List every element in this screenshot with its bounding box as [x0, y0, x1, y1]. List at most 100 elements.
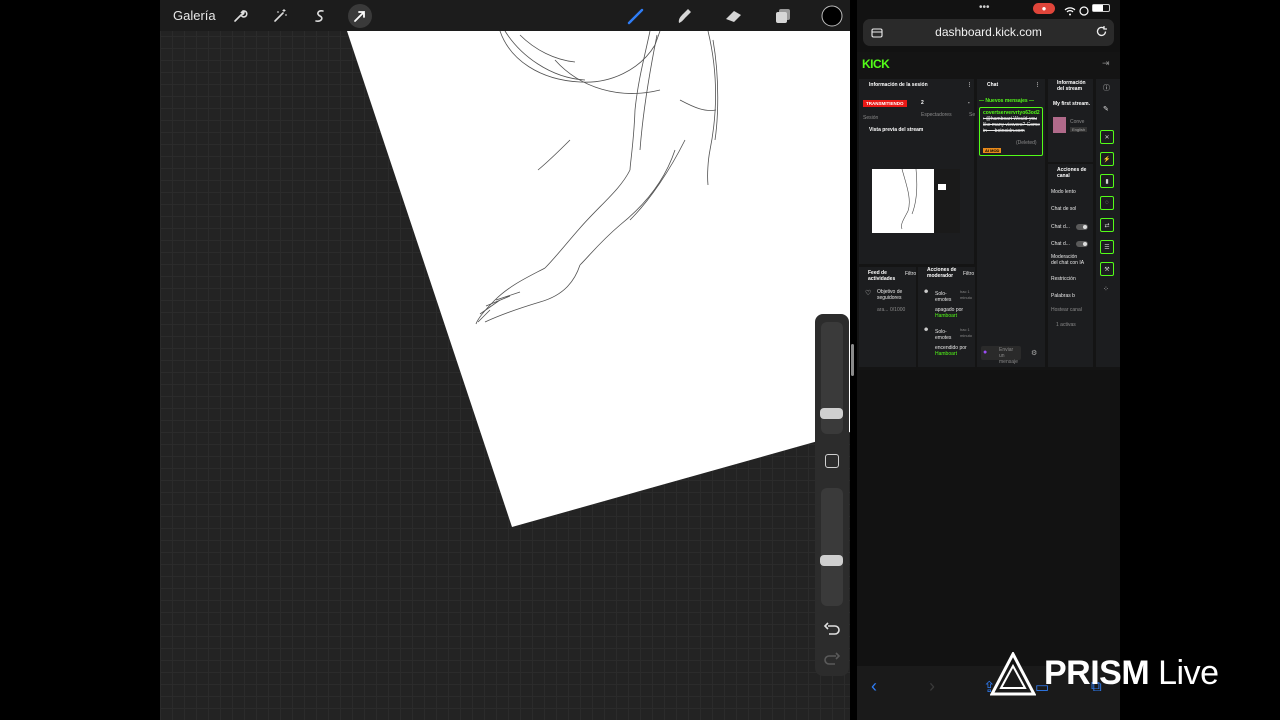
chat-title: Chat — [987, 82, 999, 88]
ai-moderation-item[interactable]: Moderación del chat con IA — [1051, 254, 1085, 266]
magic-wand-icon[interactable] — [268, 4, 292, 28]
stream-title[interactable]: My first stream. — [1053, 101, 1091, 107]
viewers-value: 2 — [921, 100, 924, 106]
mod-entry-2-by[interactable]: Hamboart — [935, 351, 957, 357]
multitask-dots[interactable]: ••• — [979, 2, 990, 13]
info-icon[interactable]: ⓘ — [1103, 83, 1110, 93]
host-channel-item[interactable]: Hostear canal — [1051, 307, 1082, 313]
more-icon[interactable]: ⁘ — [1103, 285, 1109, 293]
opacity-slider[interactable] — [820, 488, 843, 606]
battery-icon — [1092, 4, 1110, 12]
rail-button-5[interactable]: ⇄ — [1100, 218, 1114, 232]
mod-actions-filter[interactable]: Filtro — [963, 271, 974, 277]
selection-icon[interactable] — [308, 4, 332, 28]
channel-actions-panel: Acciones de canal Modo lento Chat de sol… — [1048, 164, 1093, 367]
follower-goal-sub: ara... — [877, 307, 889, 313]
chat-message-deleted: (Deleted) — [1016, 140, 1037, 146]
rail-button-7[interactable]: ⚒ — [1100, 262, 1114, 276]
drawing-canvas[interactable] — [160, 0, 850, 720]
slow-mode-item[interactable]: Modo lento — [1051, 189, 1076, 195]
transform-arrow-icon[interactable] — [348, 4, 372, 28]
subscriber-chat-item[interactable]: Chat de sol — [1051, 206, 1076, 212]
eyedropper-square-icon[interactable] — [825, 454, 839, 468]
brush-size-thumb[interactable] — [820, 408, 843, 419]
eraser-icon[interactable] — [722, 4, 746, 28]
chat-send-placeholder: Enviar un mensaje — [999, 347, 1018, 365]
session-label: Sesión — [863, 115, 879, 121]
mod-actions-title: Acciones de moderador — [927, 267, 957, 279]
stream-preview-video[interactable] — [872, 168, 960, 233]
session-panel-menu-icon[interactable]: ⋮ — [967, 82, 972, 88]
safari-window: ••• ● dashboard.kick.com KICK ⇥ Informac… — [857, 0, 1120, 720]
forward-icon[interactable]: › — [929, 676, 935, 697]
gallery-button[interactable]: Galería — [173, 8, 216, 23]
chat-message-badge: AI MOD — [983, 148, 1002, 153]
rail-button-2[interactable]: ⚡ — [1100, 152, 1114, 166]
color-swatch-icon[interactable] — [820, 4, 844, 28]
new-messages-divider: — Nuevos mensajes — — [979, 98, 1035, 104]
stream-preview-panel: Vista previa del stream — [859, 124, 974, 264]
mod-entry-2-time: hac 1 minuto — [960, 327, 973, 338]
rail-button-3[interactable]: ▮ — [1100, 174, 1114, 188]
reload-icon[interactable] — [1095, 25, 1108, 43]
screen-record-indicator: ● — [1033, 3, 1055, 14]
stat-dash: - — [968, 100, 970, 106]
session-panel-title: Información de la sesión — [869, 82, 928, 88]
activity-feed-title: Feed de actividades — [868, 270, 896, 282]
kick-logo[interactable]: KICK — [862, 57, 890, 71]
url-text[interactable]: dashboard.kick.com — [863, 25, 1114, 39]
procreate-toolbar: Galería — [160, 0, 850, 31]
split-view-divider-handle[interactable] — [851, 344, 854, 376]
address-bar[interactable]: dashboard.kick.com — [863, 19, 1114, 46]
live-badge: TRANSMITIENDO — [863, 100, 907, 107]
prism-live-watermark: PRISM Live — [990, 652, 1260, 700]
active-count-item[interactable]: 1 activas — [1056, 322, 1076, 328]
stream-language-tag: English — [1070, 127, 1088, 132]
session-info-panel: Información de la sesión ⋮ TRANSMITIENDO… — [859, 79, 976, 126]
brush-icon[interactable] — [624, 4, 648, 28]
category-thumbnail — [1053, 117, 1066, 133]
rail-button-4[interactable]: ◌ — [1100, 196, 1114, 210]
mod-entry-1-label: Solo-emotes — [935, 291, 952, 303]
redo-icon[interactable] — [823, 650, 841, 668]
procreate-sidebar — [815, 314, 849, 676]
activity-feed-panel: Feed de actividades Filtro ♡ Objetivo de… — [859, 267, 916, 367]
chat-menu-icon[interactable]: ⋮ — [1035, 82, 1040, 88]
smudge-icon[interactable] — [672, 4, 696, 28]
undo-icon[interactable] — [823, 620, 841, 638]
chat-message-text: : @hamboart Would you like many viewers?… — [983, 116, 1040, 134]
restriction-item[interactable]: Restricción — [1051, 276, 1076, 282]
rail-button-1[interactable]: ✕ — [1100, 130, 1114, 144]
truncated-stat-label: Se — [969, 112, 976, 118]
back-icon[interactable]: ‹ — [871, 676, 877, 697]
chat-send-input[interactable]: ● Enviar un mensaje — [981, 346, 1021, 365]
heart-icon: ♡ — [865, 290, 872, 297]
chat-message[interactable]: covertservervrtyo63od2 : @hamboart Would… — [979, 107, 1043, 156]
viewers-label: Espectadores — [921, 112, 952, 118]
opacity-thumb[interactable] — [820, 555, 843, 566]
stream-info-title: Información del stream — [1057, 80, 1086, 92]
right-rail: ⓘ ✎ ✕ ⚡ ▮ ◌ ⇄ ☰ ⚒ ⁘ — [1096, 79, 1120, 367]
follower-goal-value: 0/1000 — [890, 307, 906, 313]
collapse-sidebar-icon[interactable]: ⇥ — [1102, 58, 1110, 69]
activity-feed-filter[interactable]: Filtro — [905, 271, 916, 277]
chat-toggle-1[interactable] — [1076, 224, 1088, 230]
microphone-icon[interactable]: ● — [983, 349, 987, 356]
stream-info-panel: Información del stream My first stream. … — [1048, 79, 1093, 162]
brush-size-slider[interactable] — [820, 322, 843, 434]
prism-suffix: Live — [1149, 654, 1219, 692]
chat-toggle-2[interactable] — [1076, 241, 1088, 247]
emote-icon: ☻ — [923, 327, 930, 333]
procreate-app: Galería — [160, 0, 850, 720]
chat-settings-icon[interactable]: ⚙ — [1031, 349, 1037, 357]
edit-icon[interactable]: ✎ — [1103, 105, 1109, 113]
blocked-words-item[interactable]: Palabras b — [1051, 293, 1075, 299]
kick-dashboard: KICK ⇥ Información de la sesión ⋮ TRANSM… — [857, 52, 1120, 370]
wrench-icon[interactable] — [228, 4, 252, 28]
rail-button-6[interactable]: ☰ — [1100, 240, 1114, 254]
mod-actions-panel: Acciones de moderador Filtro ☻ Solo-emot… — [918, 267, 975, 367]
mod-entry-1-by[interactable]: Hamboart — [935, 313, 957, 319]
layers-icon[interactable] — [771, 4, 795, 28]
prism-live-text: PRISM Live — [1044, 654, 1219, 693]
chat-panel: Chat ⋮ — Nuevos mensajes — covertserverv… — [977, 79, 1045, 367]
